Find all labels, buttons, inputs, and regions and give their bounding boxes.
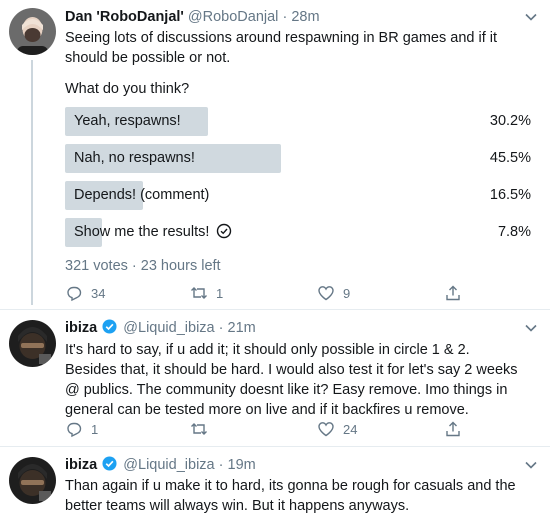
- thread-line: [31, 60, 33, 305]
- poll-percent: 16.5%: [489, 187, 531, 203]
- reply-button[interactable]: 34: [65, 283, 105, 303]
- poll-question: What do you think?: [65, 81, 190, 97]
- poll-option: Depends! (comment) 16.5%: [65, 181, 540, 210]
- poll-option: Show me the results! 7.8%: [65, 218, 540, 247]
- tweet-text-line: general can be tested more on live and i…: [65, 402, 469, 418]
- reply-count: 1: [91, 421, 99, 437]
- separator-dot: ·: [218, 457, 224, 473]
- separator-dot: ·: [282, 9, 288, 25]
- poll-percent: 7.8%: [497, 224, 531, 240]
- tweet-text-line: should be possible or not.: [65, 50, 231, 66]
- poll-percent: 45.5%: [489, 150, 531, 166]
- reply-icon: [67, 286, 82, 302]
- tweet-ibiza-reply: ibiza @Liquid_ibiza · 21m It's hard to s…: [0, 310, 550, 444]
- tweet-header: ibiza @Liquid_ibiza · 21m: [65, 319, 256, 337]
- display-name[interactable]: Dan 'RoboDanjal': [65, 9, 184, 25]
- poll-option-label: Depends! (comment): [74, 187, 210, 203]
- like-icon: [318, 286, 334, 301]
- tweet-text: Than again if u make it to hard, its gon…: [65, 476, 540, 516]
- tweet-ibiza-followup: ibiza @Liquid_ibiza · 19m Than again if …: [0, 447, 550, 518]
- share-button[interactable]: [444, 419, 462, 439]
- share-icon: [446, 285, 460, 301]
- timestamp[interactable]: 21m: [228, 320, 256, 336]
- retweet-count: 1: [216, 285, 224, 301]
- retweet-button[interactable]: [190, 419, 216, 439]
- reply-button[interactable]: 1: [65, 419, 98, 439]
- like-button[interactable]: 9: [317, 283, 350, 303]
- tweet-robodanjal: Dan 'RoboDanjal' @RoboDanjal · 28m Seein…: [0, 0, 550, 305]
- poll-percent: 30.2%: [489, 113, 531, 129]
- tweet-text-line: Besides that, it should be hard. I would…: [65, 362, 518, 378]
- retweet-icon: [191, 423, 207, 435]
- chevron-down-icon[interactable]: [524, 321, 538, 335]
- avatar[interactable]: [9, 320, 56, 367]
- tweet-text-line: It's hard to say, if u add it; it should…: [65, 342, 470, 358]
- poll-option-text: Show me the results!: [74, 224, 210, 240]
- tweet-text: It's hard to say, if u add it; it should…: [65, 340, 540, 420]
- tweet-text-line: @ publics. The community doesnt like it?…: [65, 382, 508, 398]
- retweet-button[interactable]: 1: [190, 283, 223, 303]
- poll-option: Nah, no respawns! 45.5%: [65, 144, 540, 173]
- poll-option-label: Yeah, respawns!: [74, 113, 181, 129]
- tweet-actions: 34 1 9: [65, 283, 485, 303]
- timestamp[interactable]: 28m: [291, 9, 319, 25]
- reply-icon: [67, 422, 82, 438]
- avatar[interactable]: [9, 8, 56, 55]
- poll-summary: 321 votes · 23 hours left: [65, 258, 221, 274]
- tweet-text-line: Than again if u make it to hard, its gon…: [65, 478, 516, 494]
- username-handle[interactable]: @Liquid_ibiza: [123, 457, 214, 473]
- share-button[interactable]: [444, 283, 462, 303]
- like-icon: [318, 422, 334, 437]
- verified-icon: [102, 319, 117, 334]
- verified-icon: [102, 456, 117, 471]
- username-handle[interactable]: @RoboDanjal: [188, 9, 279, 25]
- tweet-actions: 1 24: [65, 419, 485, 439]
- like-count: 9: [343, 285, 351, 301]
- share-icon: [446, 421, 460, 437]
- display-name[interactable]: ibiza: [65, 320, 97, 336]
- timestamp[interactable]: 19m: [228, 457, 256, 473]
- like-count: 24: [343, 421, 358, 437]
- poll-option: Yeah, respawns! 30.2%: [65, 107, 540, 136]
- separator-dot: ·: [218, 320, 224, 336]
- retweet-icon: [191, 287, 207, 299]
- chevron-down-icon[interactable]: [524, 10, 538, 24]
- username-handle[interactable]: @Liquid_ibiza: [123, 320, 214, 336]
- reply-count: 34: [91, 285, 106, 301]
- tweet-header: Dan 'RoboDanjal' @RoboDanjal · 28m: [65, 8, 320, 26]
- tweet-header: ibiza @Liquid_ibiza · 19m: [65, 456, 256, 474]
- tweet-text-line: better teams will always win. But it hap…: [65, 498, 410, 514]
- like-button[interactable]: 24: [317, 419, 357, 439]
- poll-option-label: Nah, no respawns!: [74, 150, 195, 166]
- check-circle-icon: [217, 223, 232, 239]
- avatar[interactable]: [9, 457, 56, 504]
- chevron-down-icon[interactable]: [524, 458, 538, 472]
- display-name[interactable]: ibiza: [65, 457, 97, 473]
- tweet-text-line: Seeing lots of discussions around respaw…: [65, 30, 498, 46]
- poll-option-label: Show me the results!: [74, 223, 232, 242]
- tweet-text: Seeing lots of discussions around respaw…: [65, 28, 540, 68]
